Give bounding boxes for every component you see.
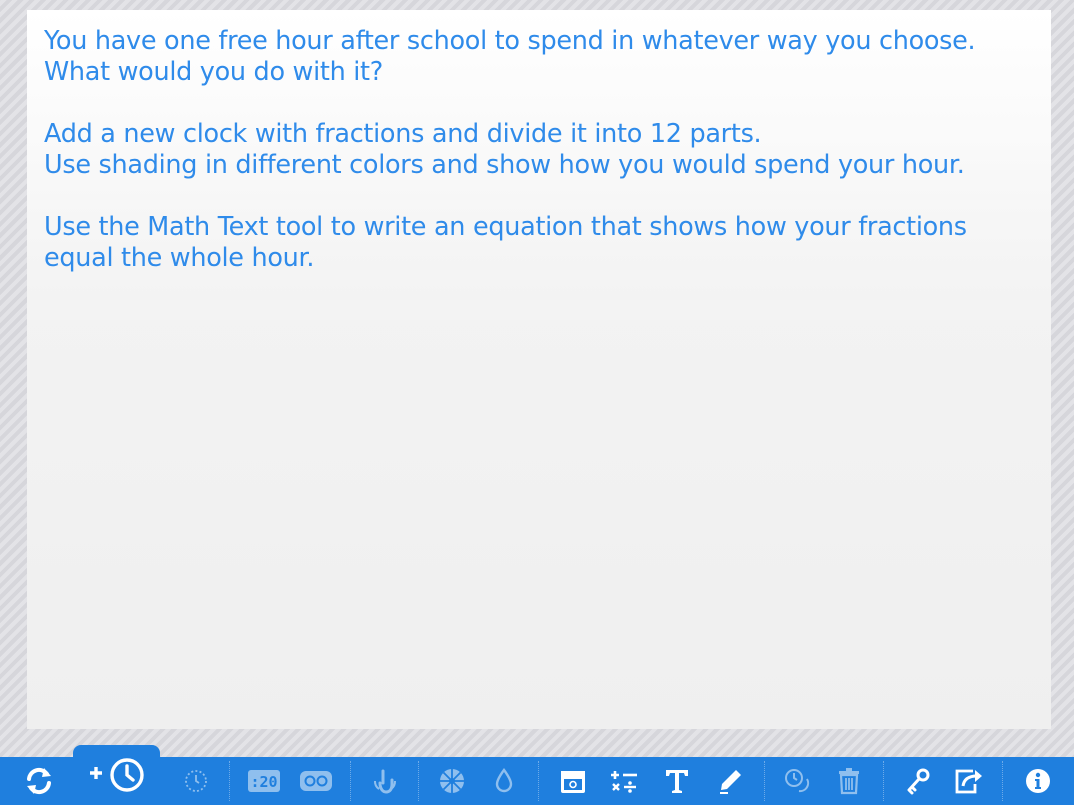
time-span-button[interactable] — [293, 757, 339, 805]
instruction-line: Use the Math Text tool to write an equat… — [44, 212, 967, 242]
toolbar-separator — [538, 761, 539, 801]
fill-drop-button[interactable] — [486, 757, 522, 805]
instruction-line: You have one free hour after school to s… — [44, 26, 976, 56]
fill-drop-icon — [495, 768, 513, 793]
digital-clock-readout: :20 — [250, 773, 277, 791]
pen-button[interactable] — [710, 757, 750, 805]
toolbar-separator — [229, 761, 230, 801]
duplicate-clock-icon — [785, 769, 810, 793]
instruction-line: What would you do with it? — [44, 57, 383, 87]
calendar-icon — [561, 771, 585, 793]
delete-button[interactable] — [830, 757, 868, 805]
share-icon — [955, 769, 982, 794]
info-icon — [1026, 769, 1050, 793]
toolbar-separator — [350, 761, 351, 801]
digital-clock-icon: :20 — [248, 770, 280, 792]
toolbar-separator — [1002, 761, 1003, 801]
workspace-canvas[interactable]: You have one free hour after school to s… — [27, 10, 1051, 729]
instruction-paragraph-3: Use the Math Text tool to write an equat… — [44, 212, 1044, 274]
add-clock-icon — [89, 758, 144, 792]
refresh-button[interactable] — [14, 757, 64, 805]
key-icon — [907, 768, 930, 795]
pen-icon — [720, 770, 741, 794]
text-tool-icon — [666, 770, 688, 793]
fraction-pie-icon — [440, 769, 464, 793]
clock-ticks-button[interactable] — [176, 757, 216, 805]
digital-clock-button[interactable]: :20 — [241, 757, 287, 805]
bottom-toolbar: :20 — [0, 757, 1074, 805]
instruction-paragraph-1: You have one free hour after school to s… — [44, 26, 1044, 88]
key-button[interactable] — [898, 757, 938, 805]
toolbar-separator — [764, 761, 765, 801]
rotate-hand-icon — [374, 769, 396, 794]
text-tool-button[interactable] — [658, 757, 696, 805]
trash-icon — [839, 768, 859, 795]
add-clock-button[interactable] — [73, 745, 160, 805]
toolbar-separator — [418, 761, 419, 801]
math-text-button[interactable] — [605, 757, 645, 805]
math-text-icon — [611, 771, 637, 793]
instruction-line: Use shading in different colors and show… — [44, 150, 965, 180]
time-span-icon — [300, 771, 332, 791]
info-button[interactable] — [1019, 757, 1057, 805]
instructions-text: You have one free hour after school to s… — [44, 26, 1044, 305]
share-button[interactable] — [948, 757, 988, 805]
clock-ticks-icon — [185, 770, 207, 792]
duplicate-clock-button[interactable] — [777, 757, 817, 805]
fraction-pie-button[interactable] — [432, 757, 472, 805]
instruction-paragraph-2: Add a new clock with fractions and divid… — [44, 119, 1044, 181]
calendar-button[interactable] — [553, 757, 593, 805]
toolbar-separator — [883, 761, 884, 801]
instruction-line: equal the whole hour. — [44, 243, 315, 273]
refresh-icon — [27, 767, 51, 795]
instruction-line: Add a new clock with fractions and divid… — [44, 119, 762, 149]
rotate-hand-button[interactable] — [365, 757, 405, 805]
